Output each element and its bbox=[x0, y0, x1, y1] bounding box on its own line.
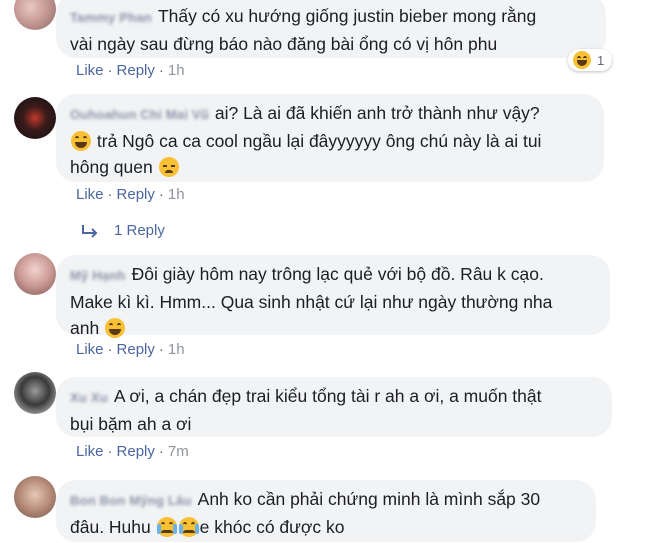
reaction-count: 1 bbox=[597, 52, 605, 68]
separator: · bbox=[158, 341, 164, 358]
comment-text-line2: Make kì kì. Hmm... Qua sinh nhật cứ lại … bbox=[70, 292, 553, 312]
separator: · bbox=[158, 62, 164, 79]
comment-text-line1: Đôi giày hôm nay trông lạc quẻ với bộ đồ… bbox=[131, 264, 544, 284]
comment-text-line1: A ơi, a chán đẹp trai kiểu tổng tài r ah… bbox=[113, 386, 542, 406]
comment-text-line2: trả Ngô ca ca cool ngầu lại đâyyyyyy ông… bbox=[96, 131, 542, 151]
timestamp[interactable]: 1h bbox=[168, 186, 185, 203]
comment-bubble: Xu Xu A ơi, a chán đẹp trai kiểu tổng tài… bbox=[56, 377, 612, 437]
timestamp[interactable]: 7m bbox=[168, 443, 189, 460]
comment-bubble: Ouhoahun Chi Mai Vũ ai? Là ai đã khiến an… bbox=[56, 94, 604, 182]
laughing-emoji-icon bbox=[573, 51, 591, 69]
separator: · bbox=[107, 186, 113, 203]
author-name[interactable]: Tammy Phan bbox=[70, 10, 152, 25]
avatar[interactable] bbox=[14, 476, 56, 518]
author-name[interactable]: Ouhoahun Chi Mai Vũ bbox=[70, 107, 209, 122]
comment-text-line1: ai? Là ai đã khiến anh trở thành như vậy… bbox=[214, 103, 540, 123]
reply-arrow-icon bbox=[82, 224, 98, 238]
comment-text-line2: vài ngày sau đừng báo nào đăng bài ổng c… bbox=[70, 34, 498, 54]
reply-link[interactable]: Reply bbox=[117, 186, 155, 203]
author-name[interactable]: Bon Bon Mỹng Lâu bbox=[70, 493, 192, 508]
comment-bubble: Bon Bon Mỹng Lâu Anh ko cần phải chứng mi… bbox=[56, 480, 596, 542]
reply-link[interactable]: Reply bbox=[117, 341, 155, 358]
like-link[interactable]: Like bbox=[76, 341, 104, 358]
separator: · bbox=[158, 443, 164, 460]
comment-text-line3: anh bbox=[70, 318, 100, 338]
separator: · bbox=[107, 443, 113, 460]
comment-text-line3: hông quen bbox=[70, 157, 153, 177]
laughing-emoji-icon bbox=[71, 131, 91, 151]
comment-text-line1: Thấy có xu hướng giống justin bieber mon… bbox=[157, 6, 537, 26]
like-link[interactable]: Like bbox=[76, 186, 104, 203]
author-name[interactable]: Xu Xu bbox=[70, 390, 108, 405]
reply-link[interactable]: Reply bbox=[117, 443, 155, 460]
comment-actions: Like · Reply · 1h bbox=[76, 62, 185, 80]
laughing-emoji-icon bbox=[105, 318, 126, 338]
tired-face-emoji-icon bbox=[158, 157, 179, 177]
avatar[interactable] bbox=[14, 372, 56, 414]
avatar[interactable] bbox=[14, 253, 56, 295]
timestamp[interactable]: 1h bbox=[168, 62, 185, 79]
comment-text-line1: Anh ko cần phải chứng minh là mình sắp 3… bbox=[197, 489, 541, 509]
comment-actions: Like · Reply · 1h bbox=[76, 186, 185, 204]
crying-emoji-icon bbox=[178, 517, 199, 537]
comment-actions: Like · Reply · 7m bbox=[76, 443, 189, 461]
like-link[interactable]: Like bbox=[76, 443, 104, 460]
replies-count-label[interactable]: 1 Reply bbox=[114, 222, 165, 239]
comment-text-line2: bụi bặm ah a ơi bbox=[70, 414, 192, 434]
separator: · bbox=[107, 341, 113, 358]
comment-text-line2-b: e khóc có được ko bbox=[199, 517, 345, 537]
comment-actions: Like · Reply · 1h bbox=[76, 341, 185, 359]
comment-text-line2-a: đâu. Huhu bbox=[70, 517, 151, 537]
comment-bubble: Tammy Phan Thấy có xu hướng giống justin … bbox=[56, 0, 606, 58]
avatar[interactable] bbox=[14, 0, 56, 30]
author-name[interactable]: Mỹ Hạnh bbox=[70, 268, 126, 283]
crying-emoji-icon bbox=[156, 517, 177, 537]
view-replies-link[interactable]: 1 Reply bbox=[80, 222, 165, 239]
like-link[interactable]: Like bbox=[76, 62, 104, 79]
reaction-count-badge[interactable]: 1 bbox=[568, 49, 613, 71]
separator: · bbox=[158, 186, 164, 203]
avatar[interactable] bbox=[14, 97, 56, 139]
timestamp[interactable]: 1h bbox=[168, 341, 185, 358]
reply-link[interactable]: Reply bbox=[117, 62, 155, 79]
comment-bubble: Mỹ Hạnh Đôi giày hôm nay trông lạc quẻ vớ… bbox=[56, 255, 610, 338]
separator: · bbox=[107, 62, 113, 79]
